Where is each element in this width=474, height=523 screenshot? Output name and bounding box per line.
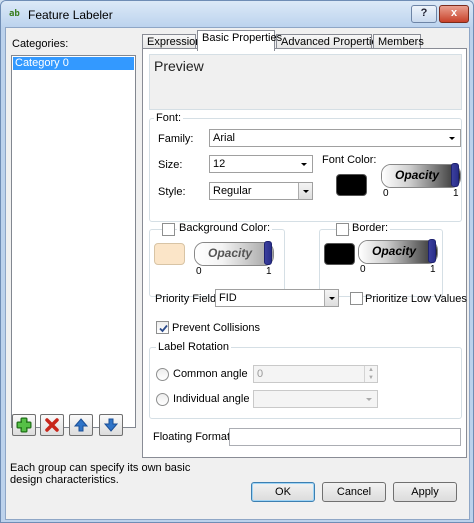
- individual-angle-label: Individual angle: [173, 393, 250, 405]
- categories-label: Categories:: [12, 38, 69, 50]
- font-color-label: Font Color:: [322, 154, 377, 166]
- font-size-select[interactable]: 12: [209, 155, 313, 173]
- slider-thumb[interactable]: [264, 241, 272, 265]
- floating-format-input[interactable]: [229, 428, 461, 446]
- font-size-value: 12: [213, 158, 226, 170]
- arrow-down-icon: [103, 418, 119, 432]
- labeler-icon: ab: [9, 9, 20, 19]
- common-angle-value: 0: [257, 368, 264, 380]
- list-item[interactable]: Category 0: [13, 57, 134, 70]
- categories-list[interactable]: Category 0: [11, 55, 136, 428]
- common-angle-radio[interactable]: [156, 368, 169, 381]
- border-label: Border:: [350, 222, 391, 234]
- spin-down-icon[interactable]: ▼: [364, 374, 377, 382]
- chevron-down-icon: [449, 137, 455, 140]
- delete-icon: [45, 418, 59, 432]
- help-button[interactable]: ?: [411, 5, 437, 23]
- background-opacity-label: Opacity: [207, 246, 252, 260]
- border-opacity-label: Opacity: [371, 244, 416, 258]
- border-opacity-slider[interactable]: Opacity 0 1: [358, 239, 438, 275]
- font-family-select[interactable]: Arial: [209, 129, 461, 147]
- prevent-collisions-label: Prevent Collisions: [172, 322, 261, 334]
- slider-thumb[interactable]: [451, 163, 459, 187]
- background-opacity-min: 0: [196, 266, 202, 277]
- chevron-down-icon: [301, 163, 307, 166]
- label-preview: Preview: [149, 54, 462, 110]
- background-color-label: Background Color:: [177, 222, 273, 234]
- font-style-select[interactable]: Regular: [209, 182, 313, 200]
- delete-category-button[interactable]: [40, 414, 64, 436]
- font-opacity-label: Opacity: [394, 168, 439, 182]
- window-title: Feature Labeler: [28, 8, 113, 22]
- font-color-swatch[interactable]: [336, 174, 367, 196]
- dropdown-button: [298, 183, 312, 199]
- dialog-client: Categories: Category 0 Each group can sp…: [5, 27, 470, 520]
- move-up-button[interactable]: [69, 414, 93, 436]
- feature-labeler-window: ab Feature Labeler ? x Categories: Categ…: [0, 0, 474, 523]
- font-family-label: Family:: [158, 133, 194, 145]
- priority-field-value: FID: [219, 292, 237, 304]
- font-style-label: Style:: [158, 186, 186, 198]
- info-text: Each group can specify its own basic des…: [10, 462, 191, 486]
- cancel-button[interactable]: Cancel: [322, 482, 386, 502]
- add-icon: [16, 417, 32, 433]
- font-size-label: Size:: [158, 159, 183, 171]
- common-angle-spinner[interactable]: 0 ▲ ▼: [253, 365, 378, 383]
- add-category-button[interactable]: [12, 414, 36, 436]
- ok-button[interactable]: OK: [251, 482, 315, 502]
- border-opacity-min: 0: [360, 264, 366, 275]
- basic-properties-page: Preview Font: Family: Arial Size: 12 Sty…: [142, 48, 467, 458]
- font-group-label: Font:: [154, 112, 184, 124]
- font-opacity-slider[interactable]: Opacity 0 1: [381, 163, 461, 199]
- chevron-down-icon: [329, 297, 335, 300]
- prioritize-low-checkbox[interactable]: [350, 292, 363, 305]
- individual-angle-radio[interactable]: [156, 393, 169, 406]
- tab-basic-properties[interactable]: Basic Properties: [197, 30, 282, 51]
- arrow-up-icon: [73, 418, 89, 432]
- chevron-down-icon: [366, 398, 372, 401]
- dropdown-button: [324, 290, 338, 306]
- font-style-value: Regular: [213, 185, 252, 197]
- prioritize-low-label: Prioritize Low Values: [365, 293, 467, 305]
- move-down-button[interactable]: [99, 414, 123, 436]
- check-icon: [159, 324, 168, 333]
- background-opacity-max: 1: [266, 266, 272, 277]
- chevron-down-icon: [303, 190, 309, 193]
- individual-angle-select[interactable]: [253, 390, 378, 408]
- font-opacity-min: 0: [383, 188, 389, 199]
- background-color-swatch[interactable]: [154, 243, 185, 265]
- border-checkbox[interactable]: [336, 223, 349, 236]
- font-opacity-max: 1: [453, 188, 459, 199]
- close-button[interactable]: x: [439, 5, 469, 23]
- common-angle-label: Common angle: [173, 368, 248, 380]
- priority-field-select[interactable]: FID: [215, 289, 339, 307]
- background-color-checkbox[interactable]: [162, 223, 175, 236]
- label-rotation-group: Label Rotation: [149, 341, 462, 419]
- border-color-swatch[interactable]: [324, 243, 355, 265]
- apply-button[interactable]: Apply: [393, 482, 457, 502]
- prevent-collisions-checkbox[interactable]: [156, 321, 169, 334]
- border-opacity-max: 1: [430, 264, 436, 275]
- spin-up-icon[interactable]: ▲: [364, 366, 377, 374]
- preview-label: Preview: [154, 58, 204, 74]
- slider-thumb[interactable]: [428, 239, 436, 263]
- floating-format-label: Floating Format:: [153, 431, 234, 443]
- font-family-value: Arial: [213, 132, 236, 144]
- priority-field-label: Priority Field: [155, 293, 217, 305]
- label-rotation-label: Label Rotation: [156, 341, 231, 353]
- title-bar: ab Feature Labeler ? x: [1, 1, 473, 27]
- background-opacity-slider[interactable]: Opacity 0 1: [194, 241, 274, 277]
